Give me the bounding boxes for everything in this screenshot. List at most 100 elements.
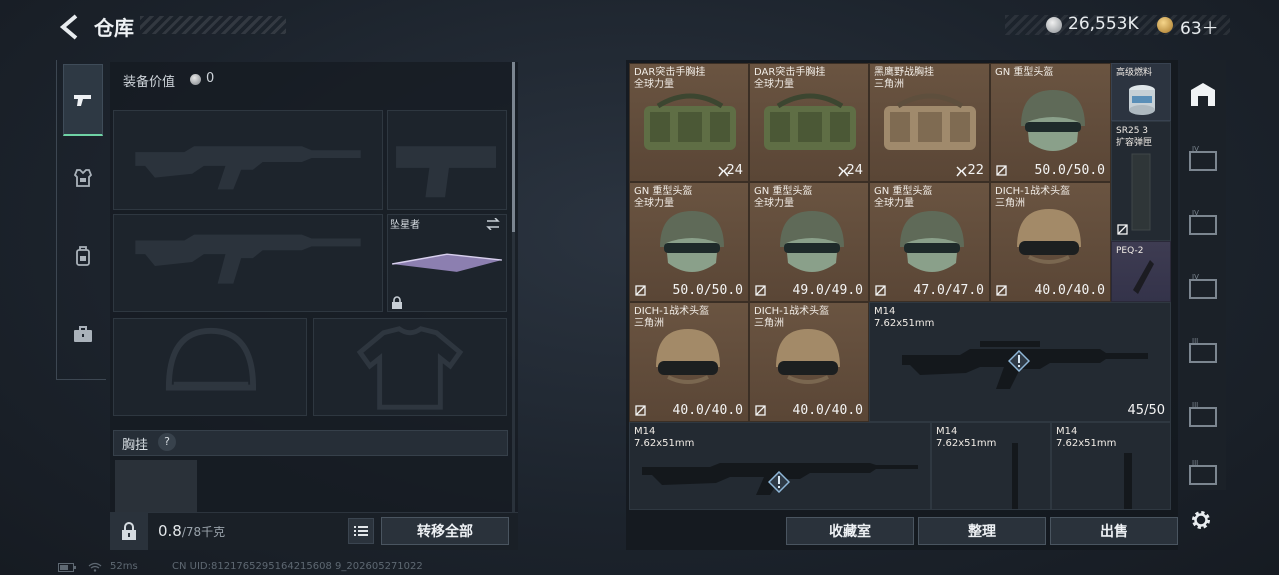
list-view-button[interactable] xyxy=(348,518,374,544)
svg-text:IV: IV xyxy=(1192,273,1199,281)
warehouse-item[interactable]: DICH-1战术头盔 三角洲 40.0/40.0 xyxy=(629,302,749,422)
primary-weapon-slot[interactable] xyxy=(113,110,383,210)
coin-icon xyxy=(1046,17,1062,33)
storage-tab-3b-icon[interactable]: III xyxy=(1186,400,1220,430)
briefcase-icon xyxy=(74,326,92,342)
backpack-icon xyxy=(76,246,90,266)
collection-button[interactable]: 收藏室 xyxy=(786,517,914,545)
rifle-silhouette-icon xyxy=(135,146,361,190)
item-name: M14 xyxy=(1056,426,1078,437)
item-name: DICH-1战术头盔 xyxy=(634,306,710,317)
warehouse-home-icon[interactable] xyxy=(1186,80,1220,110)
sell-button[interactable]: 出售 xyxy=(1050,517,1178,545)
warehouse-item[interactable]: GN 重型头盔 全球力量 47.0/47.0 xyxy=(869,182,990,302)
tab-backpack[interactable] xyxy=(63,220,103,292)
swap-icon[interactable] xyxy=(486,218,500,230)
warehouse-item[interactable]: DAR突击手胸挂 全球力量 24 xyxy=(749,63,869,182)
item-name: M14 xyxy=(874,306,896,317)
warehouse-item[interactable]: M14 7.62x51mm 45/50 xyxy=(869,302,1171,422)
tab-case[interactable] xyxy=(63,298,103,370)
no-repair-icon xyxy=(755,285,766,296)
item-name: GN 重型头盔 xyxy=(634,186,693,197)
back-arrow-icon[interactable] xyxy=(58,14,80,40)
item-name: 黑鹰野战胸挂 xyxy=(874,67,934,78)
money-amount[interactable]: 26,553K xyxy=(1068,14,1139,34)
storage-tab-3-icon[interactable]: III xyxy=(1186,336,1220,366)
pistol-icon xyxy=(74,94,91,106)
svg-text:III: III xyxy=(1192,337,1198,345)
equipment-scroll-thumb[interactable] xyxy=(512,62,515,232)
durability: 40.0/40.0 xyxy=(672,403,743,418)
tactical-helmet-icon xyxy=(656,329,720,384)
gear-icon[interactable] xyxy=(1189,508,1213,532)
chest-rig-slot[interactable] xyxy=(115,460,197,512)
ping: 52ms xyxy=(110,561,138,572)
item-caliber: 7.62x51mm xyxy=(936,438,997,449)
tab-weapon[interactable] xyxy=(63,64,103,136)
item-name: DICH-1战术头盔 xyxy=(754,306,830,317)
wifi-icon xyxy=(88,562,102,572)
armor-slot[interactable] xyxy=(313,318,507,416)
vest-icon xyxy=(73,169,93,187)
item-name: 高级燃料 xyxy=(1116,68,1153,78)
helmet-slot[interactable] xyxy=(113,318,307,416)
item-name: SR25 3 xyxy=(1116,126,1149,136)
tactical-helmet-icon xyxy=(776,329,840,384)
storage-tab-4b-icon[interactable]: IV xyxy=(1186,208,1220,238)
chest-rig-label: 胸挂 xyxy=(122,438,149,453)
pistol-slot[interactable] xyxy=(387,110,507,210)
tab-armor[interactable] xyxy=(63,142,103,214)
lock-icon xyxy=(122,522,136,540)
uid: CN UID:8121765295164215608 9_20260527102… xyxy=(172,561,423,572)
storage-tab-2-icon[interactable]: III xyxy=(1186,458,1220,488)
laser-module-icon xyxy=(1133,260,1154,294)
warehouse-item[interactable]: DAR突击手胸挂 全球力量 24 xyxy=(629,63,749,182)
durability: 49.0/49.0 xyxy=(792,283,863,298)
warehouse-item[interactable]: GN 重型头盔 全球力量 50.0/50.0 xyxy=(629,182,749,302)
transfer-all-button[interactable]: 转移全部 xyxy=(381,517,509,545)
warehouse-item[interactable]: SR25 3 扩容弹匣 xyxy=(1111,121,1171,241)
no-repair-icon xyxy=(635,285,646,296)
warning-icon xyxy=(1008,350,1030,372)
page-title: 仓库 xyxy=(94,16,134,40)
durability: 50.0/50.0 xyxy=(672,283,743,298)
list-icon xyxy=(354,526,368,536)
no-repair-icon xyxy=(875,285,886,296)
svg-text:III: III xyxy=(1192,459,1198,467)
no-repair-icon xyxy=(755,405,766,416)
no-repair-icon xyxy=(635,405,646,416)
secondary-weapon-slot[interactable] xyxy=(113,214,383,312)
svg-text:III: III xyxy=(1192,401,1198,409)
helmet-icon xyxy=(1021,90,1085,151)
chest-rig-icon xyxy=(884,93,976,150)
shirt-silhouette-icon xyxy=(356,326,464,410)
help-icon[interactable]: ? xyxy=(158,433,176,451)
storage-tab-4-icon[interactable]: IV xyxy=(1186,144,1220,174)
item-name: DAR突击手胸挂 xyxy=(634,67,706,78)
item-caliber: 7.62x51mm xyxy=(1056,438,1117,449)
lock-button[interactable] xyxy=(110,512,148,550)
item-name: DAR突击手胸挂 xyxy=(754,67,826,78)
warehouse-item[interactable]: DICH-1战术头盔 三角洲 40.0/40.0 xyxy=(990,182,1111,302)
warehouse-item[interactable]: M14 7.62x51mm xyxy=(931,422,1051,510)
helmet-icon xyxy=(900,211,964,272)
item-subtitle: 扩容弹匣 xyxy=(1116,138,1153,148)
item-name: GN 重型头盔 xyxy=(874,186,933,197)
warehouse-item[interactable]: DICH-1战术头盔 三角洲 40.0/40.0 xyxy=(749,302,869,422)
warehouse-item[interactable]: M14 7.62x51mm xyxy=(1051,422,1171,510)
warehouse-item[interactable]: M14 7.62x51mm xyxy=(629,422,931,510)
token-amount[interactable]: 63＋ xyxy=(1180,14,1219,39)
warehouse-item[interactable]: 黑鹰野战胸挂 三角洲 22 xyxy=(869,63,990,182)
warehouse-item[interactable]: 高级燃料 xyxy=(1111,63,1171,121)
item-name: GN 重型头盔 xyxy=(754,186,813,197)
durability: 47.0/47.0 xyxy=(913,283,984,298)
magazine-icon xyxy=(1131,153,1151,231)
warehouse-item[interactable]: GN 重型头盔 全球力量 49.0/49.0 xyxy=(749,182,869,302)
svg-text:IV: IV xyxy=(1192,209,1199,217)
warehouse-item[interactable]: GN 重型头盔 50.0/50.0 xyxy=(990,63,1111,182)
token-icon xyxy=(1157,17,1173,33)
sort-button[interactable]: 整理 xyxy=(918,517,1046,545)
rifle-silhouette-icon xyxy=(135,234,361,284)
warehouse-item[interactable]: PEQ-2 xyxy=(1111,241,1171,302)
storage-tab-4c-icon[interactable]: IV xyxy=(1186,272,1220,302)
